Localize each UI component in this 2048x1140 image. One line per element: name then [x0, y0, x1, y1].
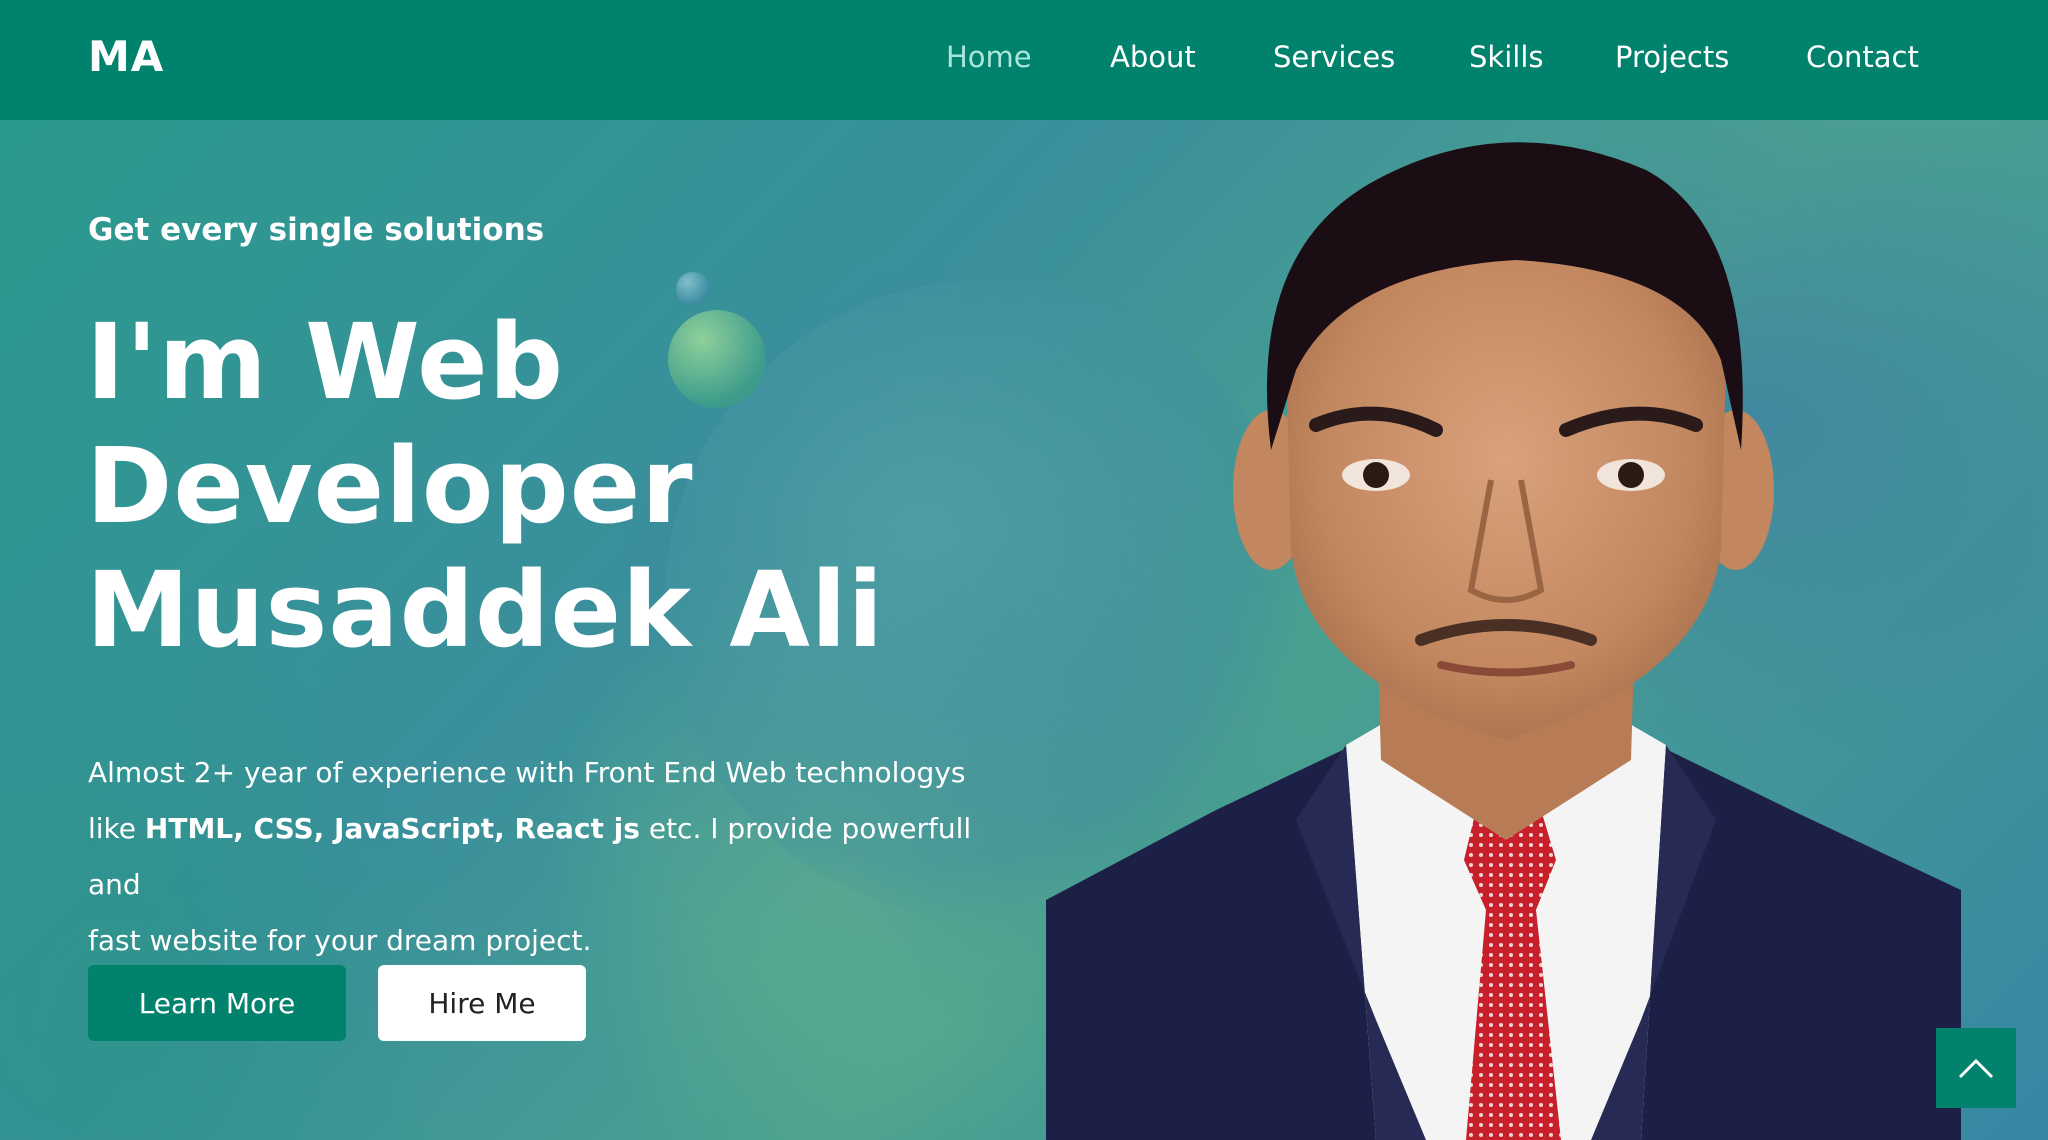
desc-technologies: HTML, CSS, JavaScript, React js — [144, 812, 640, 845]
headline-line-2: Developer — [86, 425, 694, 547]
nav-link-contact[interactable]: Contact — [1806, 40, 1919, 74]
hire-me-button[interactable]: Hire Me — [378, 965, 586, 1041]
nav-link-projects[interactable]: Projects — [1615, 40, 1729, 74]
learn-more-button[interactable]: Learn More — [88, 965, 346, 1041]
nav-link-about[interactable]: About — [1110, 40, 1196, 74]
nav-links: Home About Services Skills Projects Cont… — [0, 0, 2048, 120]
headline-line-1: I'm Web — [86, 301, 565, 423]
desc-part-1: Almost 2+ year of experience with Front … — [88, 756, 966, 789]
desc-part-3: fast website for your dream project. — [88, 924, 592, 957]
desc-like: like — [88, 812, 145, 845]
hero-tagline: Get every single solutions — [88, 212, 545, 248]
nav-link-skills[interactable]: Skills — [1469, 40, 1543, 74]
hero-headline: I'm Web Developer Musaddek Ali — [86, 300, 884, 672]
nav-link-home[interactable]: Home — [946, 40, 1032, 74]
headline-line-3: Musaddek Ali — [86, 549, 885, 671]
chevron-up-icon — [1958, 1058, 1994, 1079]
scroll-to-top-button[interactable] — [1936, 1028, 2016, 1108]
nav-link-services[interactable]: Services — [1273, 40, 1395, 74]
top-navbar: MA Home About Services Skills Projects C… — [0, 0, 2048, 120]
hero-description: Almost 2+ year of experience with Front … — [88, 745, 1008, 969]
profile-photo — [1046, 142, 1961, 1140]
